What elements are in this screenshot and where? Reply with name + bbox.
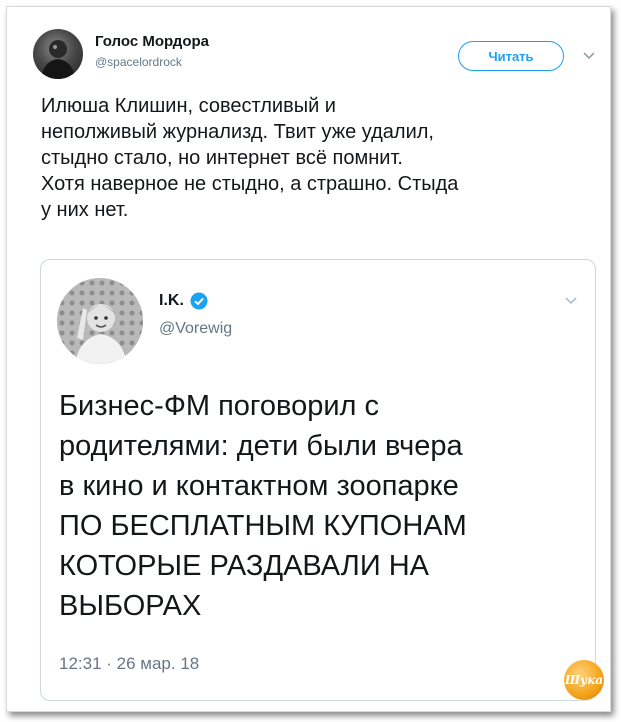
quoted-author-handle[interactable]: @Vorewig — [159, 320, 232, 338]
follow-button[interactable]: Читать — [458, 41, 564, 71]
chevron-down-icon[interactable] — [581, 47, 597, 63]
quoted-author-name[interactable]: I.K. — [159, 292, 184, 310]
author-avatar[interactable] — [33, 29, 83, 79]
tweet-text: Илюша Клишин, совестливый и неполживый ж… — [41, 95, 459, 221]
quoted-author-name-row: I.K. — [159, 292, 208, 310]
tweet-header: Голос Мордора @spacelordrock Читать — [33, 27, 608, 83]
tweet-card: Голос Мордора @spacelordrock Читать Илюш… — [6, 6, 611, 712]
quoted-author-avatar[interactable] — [57, 278, 143, 364]
watermark-logo: Шука — [564, 660, 604, 700]
quoted-tweet[interactable]: I.K. @Vorewig Бизнес-ФМ поговорил с роди… — [40, 259, 596, 701]
chevron-down-icon[interactable] — [563, 292, 579, 308]
quoted-tweet-text: Бизнес-ФМ поговорил с родителями: дети б… — [59, 390, 467, 622]
verified-badge-icon — [190, 292, 208, 310]
quoted-tweet-timestamp[interactable]: 12:31 · 26 мар. 18 — [59, 654, 199, 674]
author-handle[interactable]: @spacelordrock — [95, 55, 182, 69]
author-name[interactable]: Голос Мордора — [95, 33, 209, 50]
